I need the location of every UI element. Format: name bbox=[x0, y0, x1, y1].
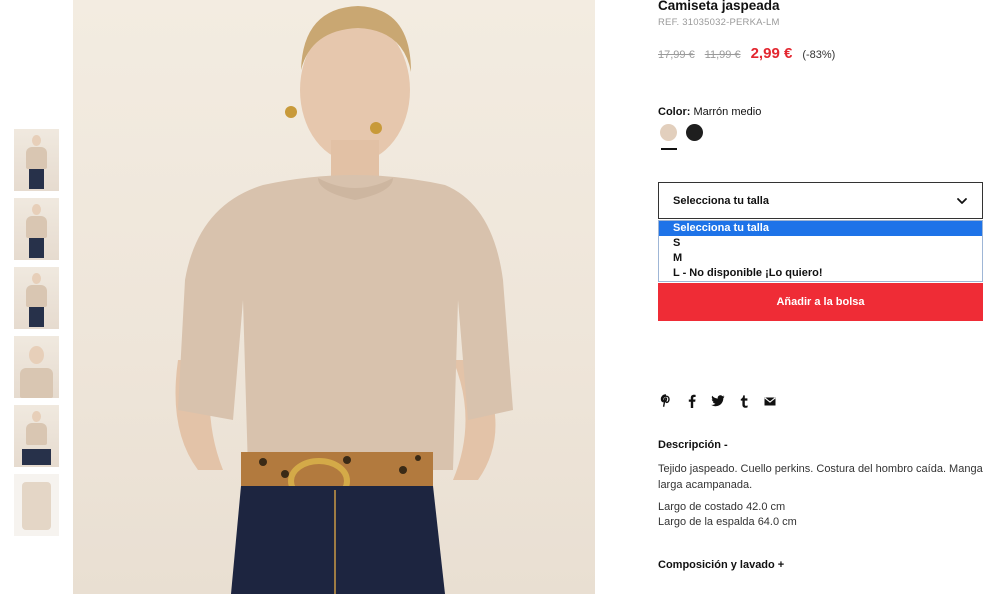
thumbnail-flat[interactable] bbox=[14, 474, 59, 536]
pinterest-icon[interactable] bbox=[659, 393, 673, 409]
description-toggle[interactable]: Descripción - bbox=[658, 439, 728, 451]
swatch-beige[interactable] bbox=[660, 124, 677, 141]
measurements: Largo de costado 42.0 cm Largo de la esp… bbox=[658, 500, 797, 530]
add-to-bag-button[interactable]: Añadir a la bolsa bbox=[658, 283, 983, 321]
email-icon[interactable] bbox=[763, 393, 777, 409]
model-illustration bbox=[175, 6, 513, 594]
chevron-down-icon bbox=[957, 198, 967, 204]
thumbnail-list bbox=[14, 129, 59, 543]
thumbnail-closeup[interactable] bbox=[14, 336, 59, 398]
price-row: 17,99 € 11,99 € 2,99 € (-83%) bbox=[658, 45, 835, 62]
size-option-s[interactable]: S bbox=[659, 236, 982, 251]
facebook-icon[interactable] bbox=[685, 393, 699, 409]
color-label-row: Color: Marrón medio bbox=[658, 106, 761, 118]
color-swatches bbox=[660, 124, 712, 141]
size-select-value: Selecciona tu talla bbox=[673, 195, 769, 207]
thumbnail-full[interactable] bbox=[14, 198, 59, 260]
size-option-placeholder[interactable]: Selecciona tu talla bbox=[659, 221, 982, 236]
measure-back-length: Largo de la espalda 64.0 cm bbox=[658, 516, 797, 528]
previous-price: 11,99 € bbox=[704, 49, 741, 61]
tumblr-icon[interactable] bbox=[737, 393, 751, 409]
share-icons bbox=[659, 393, 789, 409]
product-title: Camiseta jaspeada bbox=[658, 0, 780, 13]
composition-toggle[interactable]: Composición y lavado + bbox=[658, 559, 784, 571]
original-price: 17,99 € bbox=[658, 49, 695, 61]
thumbnail-front[interactable] bbox=[14, 129, 59, 191]
description-text: Tejido jaspeado. Cuello perkins. Costura… bbox=[658, 463, 983, 491]
measure-side-length: Largo de costado 42.0 cm bbox=[658, 501, 786, 513]
thumbnail-seated[interactable] bbox=[14, 405, 59, 467]
sale-price: 2,99 € bbox=[750, 45, 793, 62]
color-label: Color: bbox=[658, 106, 691, 118]
twitter-icon[interactable] bbox=[711, 393, 725, 409]
product-main-image[interactable] bbox=[73, 0, 595, 594]
swatch-black[interactable] bbox=[686, 124, 703, 141]
product-reference: REF. 31035032-PERKA-LM bbox=[658, 17, 780, 28]
size-select[interactable]: Selecciona tu talla bbox=[658, 182, 983, 219]
size-option-l[interactable]: L - No disponible ¡Lo quiero! bbox=[659, 266, 982, 281]
size-dropdown: Selecciona tu talla S M L - No disponibl… bbox=[658, 220, 983, 282]
color-value: Marrón medio bbox=[693, 106, 762, 118]
size-option-m[interactable]: M bbox=[659, 251, 982, 266]
discount-badge: (-83%) bbox=[802, 49, 836, 61]
thumbnail-side[interactable] bbox=[14, 267, 59, 329]
selected-swatch-indicator bbox=[661, 148, 677, 150]
